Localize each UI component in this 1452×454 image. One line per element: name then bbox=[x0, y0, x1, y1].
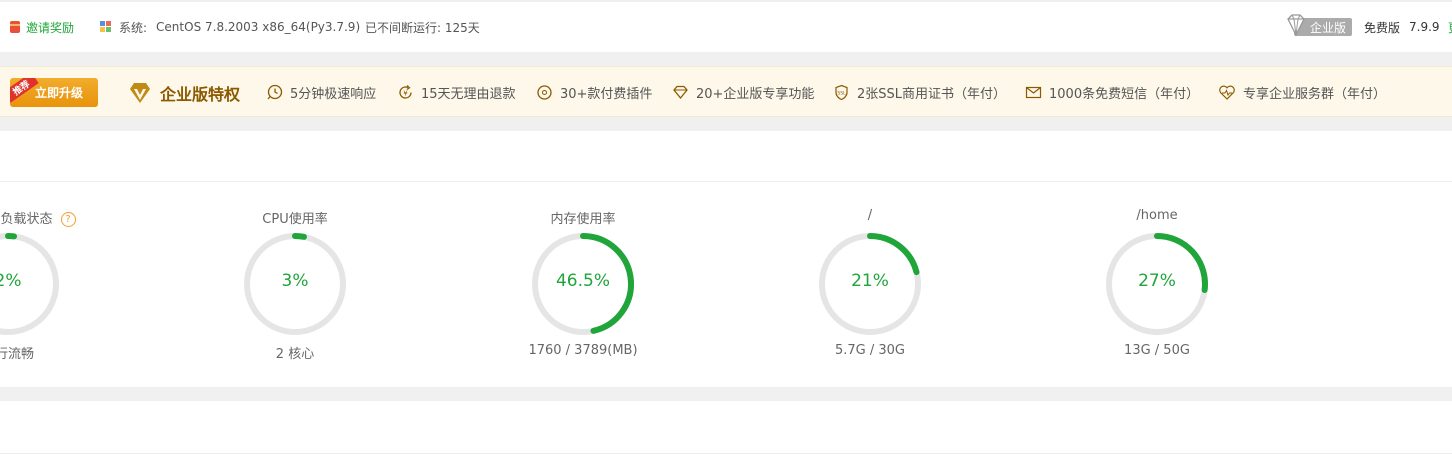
enterprise-banner: 推荐 立即升级 企业版特权 5分钟极速响应 ¥ 15天无理由退款 30+款付费插… bbox=[0, 66, 1452, 117]
gauge-progress-arc bbox=[292, 233, 307, 240]
gauge-disk-root[interactable]: / 21% 5.7G / 30G bbox=[780, 131, 960, 387]
gauge-disk-root-title: / bbox=[867, 208, 873, 223]
refund-icon: ¥ bbox=[399, 85, 412, 99]
enterprise-title-text: 企业版特权 bbox=[160, 84, 241, 104]
svg-text:¥: ¥ bbox=[403, 90, 408, 98]
invite-reward-label: 邀请奖励 bbox=[26, 20, 75, 35]
gauge-cpu[interactable]: CPU使用率 3% 2 核心 bbox=[205, 131, 385, 387]
enterprise-title: 企业版特权 bbox=[128, 67, 240, 118]
gauge-load-title: 负载状态? bbox=[0, 208, 98, 227]
gauge-cpu-title: CPU使用率 bbox=[262, 212, 328, 227]
feature-4-label: 20+企业版专享功能 bbox=[696, 87, 815, 102]
crown-diamond-icon bbox=[130, 82, 150, 103]
feature-7-label: 专享企业服务群（年付） bbox=[1243, 87, 1387, 102]
gauge-progress-arc bbox=[867, 233, 920, 276]
gauge-memory-title: 内存使用率 bbox=[550, 212, 616, 227]
feature-3: 30+款付费插件 bbox=[536, 67, 652, 118]
gauge-disk-home-value: 27% bbox=[1138, 271, 1176, 291]
diamond-icon bbox=[673, 85, 688, 100]
upgrade-button[interactable]: 推荐 立即升级 bbox=[10, 78, 98, 107]
system-info: 系统: CentOS 7.8.2003 x86_64(Py3.7.9) bbox=[100, 2, 360, 52]
ssl-shield-icon: SSL bbox=[835, 84, 848, 101]
gauge-cpu-sub: 2 核心 bbox=[275, 347, 315, 362]
gift-icon bbox=[10, 21, 20, 33]
diamond-icon bbox=[1287, 14, 1305, 37]
version-label: 7.9.9 bbox=[1409, 20, 1440, 34]
feature-6: 1000条免费短信（年付） bbox=[1025, 67, 1199, 118]
gauge-disk-root-value: 21% bbox=[851, 271, 889, 291]
feature-1-label: 5分钟极速响应 bbox=[290, 87, 377, 102]
gauge-memory-sub: 1760 / 3789(MB) bbox=[528, 343, 638, 358]
plugin-icon bbox=[537, 85, 552, 100]
feature-1: 5分钟极速响应 bbox=[266, 67, 376, 118]
system-icon bbox=[100, 21, 112, 33]
feature-5-label: 2张SSL商用证书（年付） bbox=[857, 87, 1007, 102]
invite-reward-link[interactable]: 邀请奖励 bbox=[10, 2, 74, 52]
gauge-load-value: 2% bbox=[0, 271, 22, 291]
overview-panel bbox=[0, 401, 1452, 454]
gauge-disk-root-sub: 5.7G / 30G bbox=[834, 343, 905, 358]
feature-5: SSL 2张SSL商用证书（年付） bbox=[833, 67, 1006, 118]
gauge-load[interactable]: 负载状态? 2% 运行流畅 bbox=[0, 131, 98, 387]
top-bar: 邀请奖励 系统: CentOS 7.8.2003 x86_64(Py3.7.9)… bbox=[0, 2, 1452, 52]
gauge-disk-home-sub: 13G / 50G bbox=[1124, 343, 1190, 358]
upgrade-button-label: 立即升级 bbox=[34, 86, 83, 100]
feature-3-label: 30+款付费插件 bbox=[560, 87, 653, 102]
feature-2: ¥ 15天无理由退款 bbox=[397, 67, 516, 118]
gauge-disk-home[interactable]: /home 27% 13G / 50G bbox=[1067, 131, 1247, 387]
gauge-cpu-value: 3% bbox=[281, 271, 309, 291]
feature-7: 专享企业服务群（年付） bbox=[1218, 67, 1386, 118]
update-link[interactable]: 更 bbox=[1448, 2, 1452, 52]
edition-label: 免费版 bbox=[1364, 20, 1401, 35]
service-heart-icon bbox=[1219, 85, 1235, 100]
gauge-disk-home-title: /home bbox=[1136, 208, 1178, 223]
status-panel: 负载状态? 2% 运行流畅 CPU使用率 3% 2 核心 内存使用率 46.5%… bbox=[0, 131, 1452, 387]
system-value: CentOS 7.8.2003 x86_64(Py3.7.9) bbox=[156, 20, 361, 34]
enterprise-badge[interactable]: 企业版 bbox=[1284, 2, 1353, 52]
enterprise-badge-label: 企业版 bbox=[1310, 20, 1347, 35]
svg-text:SSL: SSL bbox=[837, 91, 846, 97]
help-icon[interactable]: ? bbox=[60, 212, 76, 227]
mail-icon bbox=[1025, 86, 1042, 99]
clock-response-icon bbox=[267, 84, 283, 100]
gauge-memory-value: 46.5% bbox=[555, 271, 610, 291]
feature-4: 20+企业版专享功能 bbox=[672, 67, 814, 118]
uptime-text: 已不间断运行: 125天 bbox=[365, 20, 480, 35]
feature-2-label: 15天无理由退款 bbox=[421, 87, 516, 102]
feature-6-label: 1000条免费短信（年付） bbox=[1049, 87, 1200, 102]
system-label: 系统: bbox=[119, 20, 148, 35]
gauge-load-sub: 运行流畅 bbox=[0, 347, 34, 362]
gauge-memory[interactable]: 内存使用率 46.5% 1760 / 3789(MB) bbox=[493, 131, 673, 387]
